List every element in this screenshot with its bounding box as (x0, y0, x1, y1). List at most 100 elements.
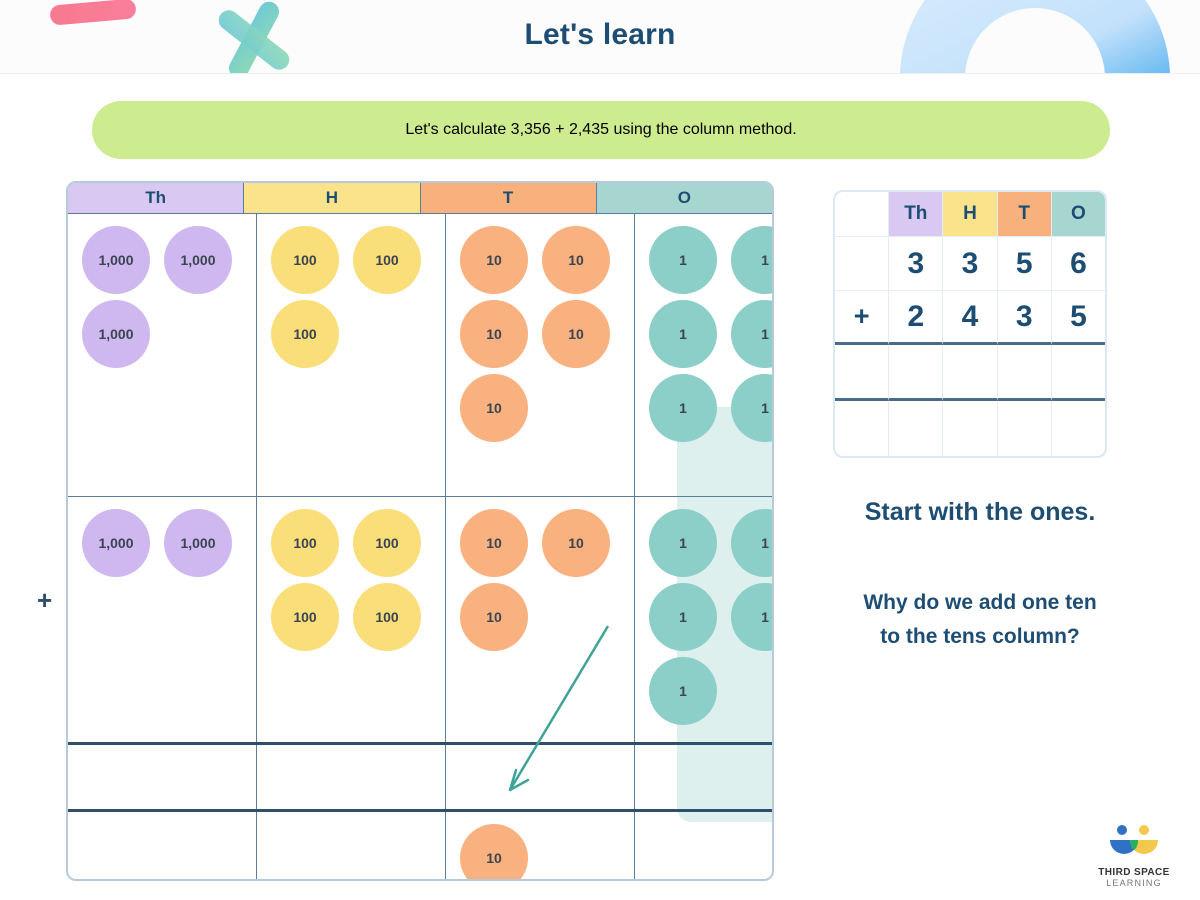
cm-row4-o[interactable] (1052, 401, 1105, 456)
app-header: Let's learn (0, 0, 1200, 74)
column-header-o: O (596, 183, 772, 214)
place-value-counter[interactable]: 10 (460, 226, 528, 294)
place-value-counter[interactable]: 100 (271, 226, 339, 294)
place-value-counter[interactable]: 100 (271, 583, 339, 651)
place-value-counter[interactable]: 1,000 (82, 300, 150, 368)
place-value-row-exchange: 10 (68, 812, 772, 879)
cell-row4-t[interactable]: 10 (446, 812, 635, 879)
cell-row3-o[interactable] (635, 745, 772, 809)
place-value-counter[interactable]: 100 (271, 509, 339, 577)
cell-row3-h[interactable] (257, 745, 446, 809)
cm-header-th: Th (889, 192, 944, 237)
place-value-counter[interactable]: 10 (460, 824, 528, 879)
cm-row3-h[interactable] (943, 345, 998, 401)
addition-plus-sign: + (37, 585, 53, 615)
cm-header-h: H (943, 192, 998, 237)
cm-header-o: O (1051, 192, 1105, 237)
cell-row4-o[interactable] (635, 812, 772, 879)
cell-row4-h[interactable] (257, 812, 446, 879)
logo-name: THIRD SPACE (1098, 867, 1170, 878)
cm-row3-th[interactable] (889, 345, 944, 401)
instruction-text: Let's calculate 3,356 + 2,435 using the … (405, 121, 797, 138)
cm-row2-th: 2 (889, 291, 944, 345)
column-method-row-addend-2: + 2 4 3 5 (835, 291, 1105, 345)
place-value-counter[interactable]: 1 (731, 509, 772, 577)
cm-row3-sign[interactable] (835, 345, 890, 401)
place-value-counter[interactable]: 1,000 (164, 509, 232, 577)
cell-row1-th[interactable]: 1,000 1,000 1,000 (68, 214, 257, 496)
place-value-counter[interactable]: 1 (649, 657, 717, 725)
place-value-counter[interactable]: 10 (460, 583, 528, 651)
cell-row1-o[interactable]: 111111 (635, 214, 772, 496)
place-value-row-addend-2: 1,000 1,000 100 100 100 100 10 10 10 11111 (68, 497, 772, 745)
page-title: Let's learn (524, 18, 676, 51)
place-value-counter[interactable]: 10 (542, 300, 610, 368)
prompt-question-line2: to the tens column? (880, 624, 1080, 648)
place-value-counter[interactable]: 1 (731, 226, 772, 294)
column-method-row-addend-1: 3 3 5 6 (835, 237, 1105, 291)
place-value-counter[interactable]: 1 (649, 583, 717, 651)
column-method-header-row: Th H T O (835, 192, 1105, 237)
cm-header-sign (835, 192, 890, 237)
place-value-counter[interactable]: 1 (649, 226, 717, 294)
cell-row3-t[interactable] (446, 745, 635, 809)
instruction-banner: Let's calculate 3,356 + 2,435 using the … (92, 101, 1110, 159)
place-value-row-working (68, 745, 772, 812)
place-value-counter[interactable]: 1 (649, 374, 717, 442)
third-space-learning-mark (1110, 825, 1158, 854)
place-value-counter[interactable]: 100 (353, 583, 421, 651)
cm-row1-sign (835, 237, 890, 291)
place-value-counter[interactable]: 1 (731, 374, 772, 442)
place-value-counter[interactable]: 1,000 (82, 509, 150, 577)
cell-row2-t[interactable]: 10 10 10 (446, 497, 635, 742)
cm-row2-t: 3 (997, 291, 1052, 345)
cm-row2-o: 5 (1051, 291, 1105, 345)
place-value-counter[interactable]: 10 (542, 509, 610, 577)
place-value-counter[interactable]: 10 (460, 509, 528, 577)
cm-row3-t[interactable] (997, 345, 1052, 401)
cell-row4-th[interactable] (68, 812, 257, 879)
place-value-counter[interactable]: 100 (271, 300, 339, 368)
cm-row3-o[interactable] (1051, 345, 1105, 401)
cell-row1-h[interactable]: 100 100 100 (257, 214, 446, 496)
place-value-counter[interactable]: 10 (542, 226, 610, 294)
place-value-chart: Th H T O 1,000 1,000 1,000 100 100 100 10 10 1… (66, 181, 774, 881)
cm-row1-h: 3 (943, 237, 998, 291)
cm-row1-t: 5 (997, 237, 1052, 291)
place-value-counter[interactable]: 10 (460, 300, 528, 368)
cell-row1-t[interactable]: 10 10 10 10 10 (446, 214, 635, 496)
place-value-counter[interactable]: 1 (649, 509, 717, 577)
cm-row1-o: 6 (1051, 237, 1105, 291)
cell-row2-th[interactable]: 1,000 1,000 (68, 497, 257, 742)
prompt-start-with-ones: Start with the ones. (864, 498, 1096, 526)
place-value-counter[interactable]: 100 (353, 509, 421, 577)
place-value-counter[interactable]: 1 (731, 300, 772, 368)
cm-row2-sign: + (835, 291, 890, 345)
place-value-counter[interactable]: 10 (460, 374, 528, 442)
cm-row1-th: 3 (889, 237, 944, 291)
cm-row4-sign[interactable] (835, 401, 890, 456)
cm-row4-h[interactable] (943, 401, 998, 456)
cell-row2-o[interactable]: 11111 (635, 497, 772, 742)
place-value-counter[interactable]: 1,000 (164, 226, 232, 294)
logo-subtitle: LEARNING (1106, 878, 1162, 888)
place-value-counter[interactable]: 100 (353, 226, 421, 294)
column-method-grid: Th H T O 3 3 5 6 + 2 4 3 5 (833, 190, 1107, 458)
prompt-question: Why do we add one ten to the tens column… (790, 586, 1170, 653)
cell-row2-h[interactable]: 100 100 100 100 (257, 497, 446, 742)
cm-row4-t[interactable] (998, 401, 1052, 456)
place-value-header-row: Th H T O (68, 183, 772, 214)
column-header-t: T (420, 183, 597, 214)
place-value-counter[interactable]: 1,000 (82, 226, 150, 294)
prompt-question-line1: Why do we add one ten (863, 591, 1097, 614)
column-header-th: Th (68, 183, 245, 214)
column-method-row-carry (835, 401, 1105, 456)
column-header-h: H (244, 183, 421, 214)
place-value-counter[interactable]: 1 (731, 583, 772, 651)
place-value-counter[interactable]: 1 (649, 300, 717, 368)
cm-row2-h: 4 (943, 291, 998, 345)
cell-row3-th[interactable] (68, 745, 257, 809)
cm-header-t: T (997, 192, 1052, 237)
column-method-row-answer (835, 345, 1105, 401)
cm-row4-th[interactable] (889, 401, 944, 456)
